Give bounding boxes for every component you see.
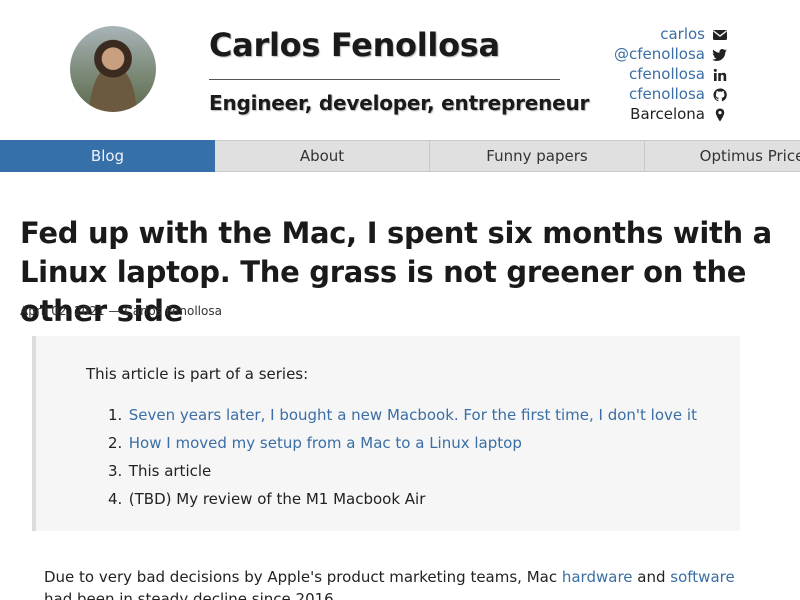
software-link[interactable]: software xyxy=(670,568,734,586)
tab-funny-papers[interactable]: Funny papers xyxy=(430,140,645,172)
contact-twitter[interactable]: @cfenollosa xyxy=(614,44,728,64)
hardware-link[interactable]: hardware xyxy=(562,568,633,586)
twitter-link[interactable]: @cfenollosa xyxy=(614,44,705,64)
main-nav: Blog About Funny papers Optimus Price xyxy=(0,140,800,172)
series-intro: This article is part of a series: xyxy=(86,365,309,383)
list-item: 1. Seven years later, I bought a new Mac… xyxy=(108,406,697,424)
series-link-1[interactable]: Seven years later, I bought a new Macboo… xyxy=(129,406,697,424)
github-icon xyxy=(712,87,728,102)
series-item-3: This article xyxy=(128,462,212,480)
location-text: Barcelona xyxy=(630,105,705,123)
envelope-icon xyxy=(712,27,728,41)
site-tagline: Engineer, developer, entrepreneur xyxy=(209,91,590,115)
meta-separator: — xyxy=(108,304,121,318)
contact-location: Barcelona xyxy=(614,104,728,124)
linkedin-icon xyxy=(712,67,728,81)
series-list: 1. Seven years later, I bought a new Mac… xyxy=(108,401,697,513)
title-divider xyxy=(209,79,560,80)
tab-optimus-price[interactable]: Optimus Price xyxy=(645,140,800,172)
map-pin-icon xyxy=(712,107,728,122)
contact-list: carlos @cfenollosa cfenollosa cfenollosa… xyxy=(614,24,728,124)
contact-email[interactable]: carlos xyxy=(614,24,728,44)
series-link-2[interactable]: How I moved my setup from a Mac to a Lin… xyxy=(129,434,522,452)
list-item: 2. How I moved my setup from a Mac to a … xyxy=(108,434,522,452)
site-title[interactable]: Carlos Fenollosa xyxy=(209,26,500,64)
contact-linkedin[interactable]: cfenollosa xyxy=(614,64,728,84)
tab-about[interactable]: About xyxy=(215,140,430,172)
twitter-icon xyxy=(712,47,728,61)
post-date: April 02, 2021 xyxy=(20,304,105,318)
list-item: 4. (TBD) My review of the M1 Macbook Air xyxy=(108,490,426,508)
github-link[interactable]: cfenollosa xyxy=(629,84,705,104)
avatar xyxy=(70,26,156,112)
intro-paragraph: Due to very bad decisions by Apple's pro… xyxy=(44,568,735,600)
list-item: 3. This article xyxy=(108,462,212,480)
tab-blog[interactable]: Blog xyxy=(0,140,215,172)
post-author: Carlos Fenollosa xyxy=(124,304,222,318)
post-meta: April 02, 2021 — Carlos Fenollosa xyxy=(20,304,222,318)
email-link[interactable]: carlos xyxy=(660,24,705,44)
series-callout: This article is part of a series: 1. Sev… xyxy=(32,336,740,531)
linkedin-link[interactable]: cfenollosa xyxy=(629,64,705,84)
series-item-4: (TBD) My review of the M1 Macbook Air xyxy=(128,490,426,508)
contact-github[interactable]: cfenollosa xyxy=(614,84,728,104)
